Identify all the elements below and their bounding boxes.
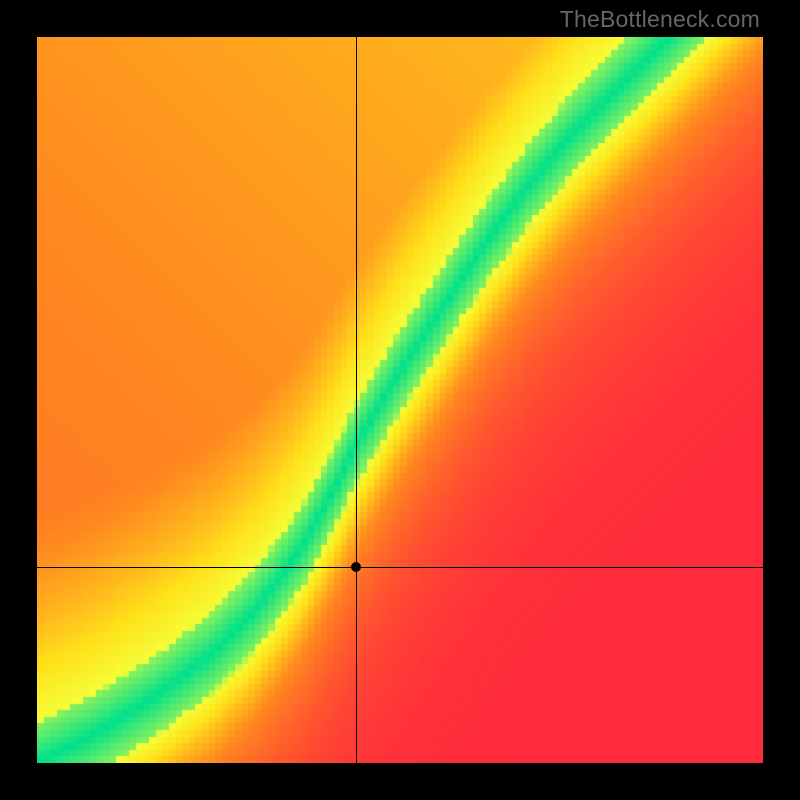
crosshair-vertical bbox=[356, 37, 357, 763]
heatmap-canvas bbox=[37, 37, 763, 763]
data-point-marker bbox=[351, 562, 361, 572]
crosshair-horizontal bbox=[37, 567, 763, 568]
watermark-text: TheBottleneck.com bbox=[560, 6, 760, 33]
heatmap-plot bbox=[37, 37, 763, 763]
chart-frame: TheBottleneck.com bbox=[0, 0, 800, 800]
